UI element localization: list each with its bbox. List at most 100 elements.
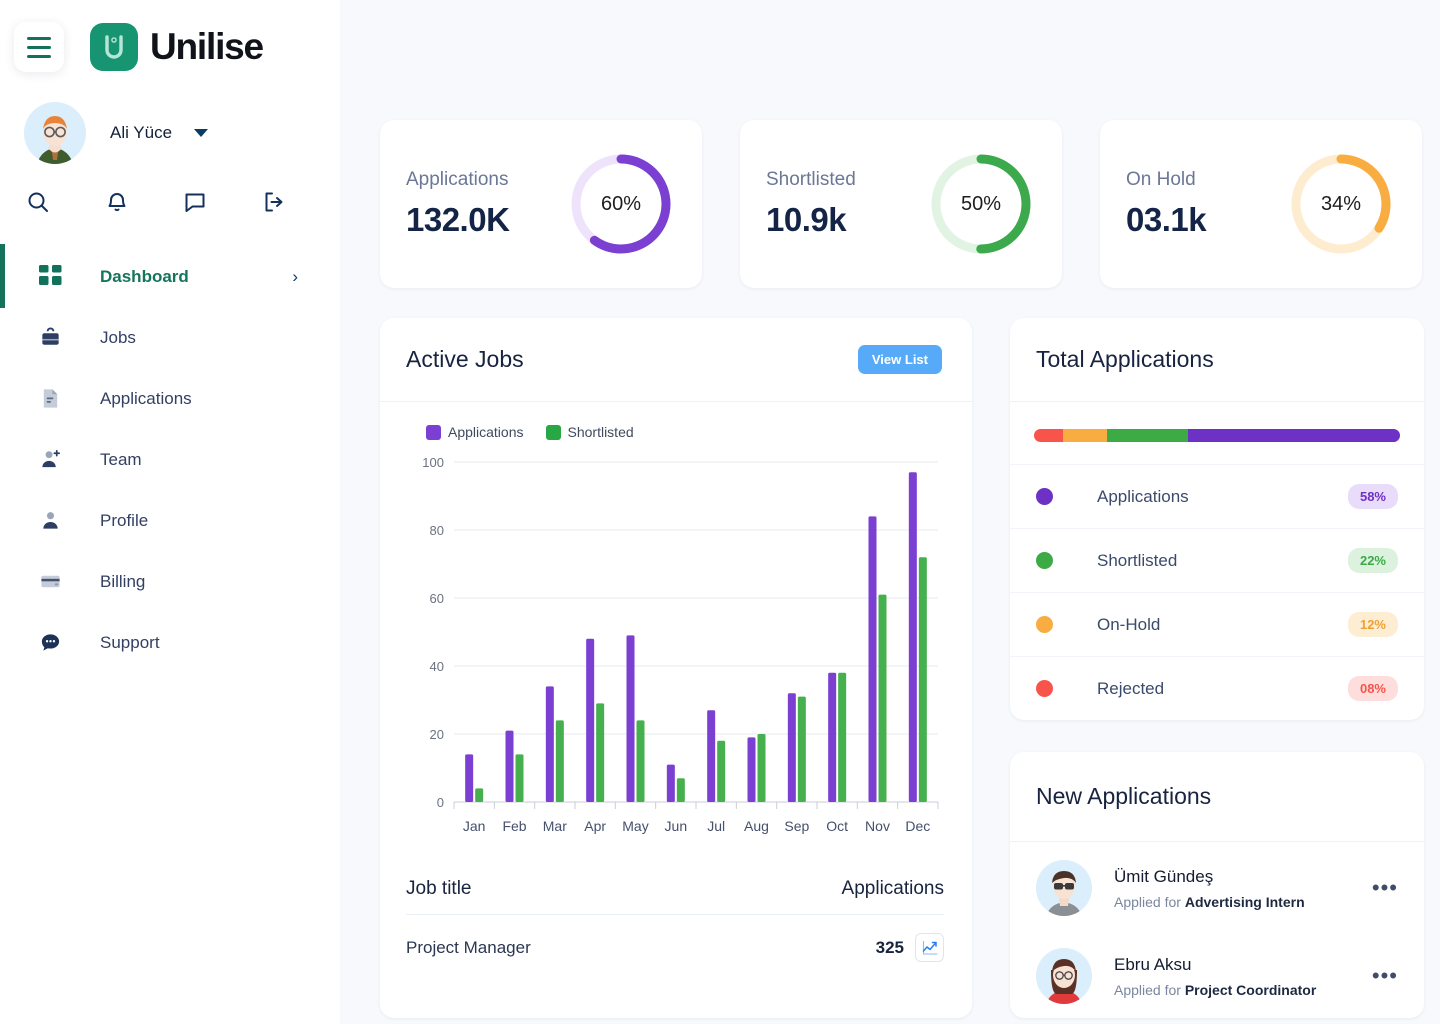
trend-chart-icon[interactable]: [915, 933, 944, 962]
sidebar-item-label: Applications: [100, 388, 192, 408]
breakdown-row-applications[interactable]: Applications 58%: [1010, 464, 1424, 528]
legend-item-shortlisted: Shortlisted: [545, 424, 634, 440]
y-axis-tick: 60: [430, 591, 444, 606]
avatar: [1036, 860, 1092, 916]
bar-applications: [505, 730, 514, 802]
stat-title: Applications: [406, 169, 509, 190]
column-header-applications: Applications: [841, 878, 944, 899]
y-axis-tick: 0: [437, 795, 444, 810]
bar-shortlisted: [757, 734, 766, 802]
sidebar-item-label: Dashboard: [100, 266, 189, 286]
bar-shortlisted: [596, 703, 605, 802]
role-name: Project Coordinator: [1184, 981, 1317, 998]
sidebar-item-jobs[interactable]: Jobs: [0, 307, 340, 368]
stacked-progress-bar: [1034, 429, 1400, 442]
chevron-down-icon[interactable]: [194, 129, 209, 137]
sidebar-item-label: Jobs: [100, 327, 136, 347]
sidebar-item-dashboard[interactable]: Dashboard ›: [0, 244, 340, 308]
bar-shortlisted: [878, 594, 887, 802]
x-axis-tick: Sep: [784, 818, 809, 834]
breakdown-row-on-hold[interactable]: On-Hold 12%: [1010, 592, 1424, 656]
stack-segment: [1107, 429, 1188, 442]
message-icon[interactable]: [183, 190, 262, 214]
stat-title: On Hold: [1126, 169, 1196, 190]
sidebar-item-label: Team: [100, 449, 142, 469]
user-profile-row[interactable]: Ali Yüce: [0, 72, 340, 164]
applied-prefix: Applied for: [1114, 981, 1181, 998]
applicant-role: Applied for Advertising Intern: [1114, 894, 1372, 910]
bar-applications: [868, 516, 877, 802]
new-applications-card: New Applications Ümit Gündeş Applied for…: [1010, 752, 1424, 1018]
stat-value: 03.1k: [1126, 201, 1207, 238]
stat-value: 132.0K: [406, 201, 510, 238]
breakdown-label: On-Hold: [1097, 614, 1161, 634]
new-applications-header: New Applications: [1010, 752, 1424, 842]
sidebar-item-label: Profile: [100, 510, 149, 530]
x-axis-tick: Feb: [502, 818, 526, 834]
card-title: New Applications: [1036, 783, 1212, 809]
stat-percent: 60%: [600, 192, 642, 215]
more-options-icon[interactable]: •••: [1372, 965, 1398, 987]
status-badge: 58%: [1347, 484, 1398, 509]
quick-actions: [0, 164, 340, 214]
stack-segment: [1063, 429, 1108, 442]
x-axis-tick: Mar: [543, 818, 567, 834]
donut-progress-shortlisted: 50%: [928, 151, 1034, 257]
card-icon: [36, 570, 64, 593]
chevron-right-icon: ›: [292, 266, 298, 286]
brand-row: Unilise: [0, 0, 340, 72]
table-header: Job title Applications: [406, 864, 944, 915]
bar-shortlisted: [838, 672, 847, 802]
view-list-button[interactable]: View List: [857, 345, 942, 374]
hamburger-menu-icon[interactable]: [14, 22, 64, 72]
active-jobs-card: Active Jobs View List Applications Short…: [380, 318, 972, 1018]
logout-icon[interactable]: [262, 190, 341, 214]
x-axis-tick: Dec: [905, 818, 930, 834]
stat-card-applications: Applications 132.0K 60%: [380, 120, 702, 288]
sidebar-item-support[interactable]: Support: [0, 612, 340, 673]
legend-swatch: [545, 424, 561, 440]
sidebar-item-team[interactable]: Team: [0, 429, 340, 490]
stat-card-on-hold: On Hold 03.1k 34%: [1100, 120, 1422, 288]
search-icon[interactable]: [26, 190, 105, 214]
y-axis-tick: 100: [422, 455, 444, 470]
column-header-job-title: Job title: [406, 878, 472, 899]
applicant-name: Ebru Aksu: [1114, 954, 1192, 974]
active-jobs-header: Active Jobs View List: [380, 318, 972, 402]
list-item[interactable]: Ebru Aksu Applied for Project Coordinato…: [1010, 930, 1424, 1018]
bar-shortlisted: [475, 788, 484, 802]
breakdown-row-rejected[interactable]: Rejected 08%: [1010, 656, 1424, 720]
bar-chart-svg: 0 20 40 60 80 100 Jan Feb Mar Apr May Jun Jul Aug Sep O…: [422, 455, 939, 834]
status-badge: 12%: [1347, 612, 1398, 637]
x-axis-tick: Jan: [463, 818, 486, 834]
user-icon: [36, 509, 64, 532]
sidebar-item-applications[interactable]: Applications: [0, 368, 340, 429]
bell-icon[interactable]: [105, 190, 184, 214]
x-axis-tick: Apr: [584, 818, 606, 834]
sidebar: Unilise Ali Yüce Dashboard › Jobs Applic…: [0, 0, 340, 1024]
breakdown-row-shortlisted[interactable]: Shortlisted 22%: [1010, 528, 1424, 592]
bar-shortlisted: [676, 778, 685, 802]
total-applications-card: Total Applications Applications 58% Shor…: [1010, 318, 1424, 720]
right-column: Total Applications Applications 58% Shor…: [1010, 318, 1424, 1018]
donut-progress-applications: 60%: [568, 151, 674, 257]
sidebar-item-billing[interactable]: Billing: [0, 551, 340, 612]
table-row[interactable]: Project Manager 325: [406, 915, 944, 962]
stack-segment: [1034, 429, 1064, 442]
y-axis-tick: 20: [430, 727, 444, 742]
sidebar-item-profile[interactable]: Profile: [0, 490, 340, 551]
bar-applications: [908, 472, 917, 802]
brand-name: Unilise: [150, 26, 264, 67]
document-icon: [36, 387, 64, 410]
bar-shortlisted: [515, 754, 524, 802]
breakdown-label: Applications: [1097, 486, 1189, 506]
legend-swatch: [426, 424, 441, 440]
job-title: Project Manager: [406, 937, 531, 957]
more-options-icon[interactable]: •••: [1372, 877, 1398, 899]
grid-icon: [36, 265, 64, 288]
list-item[interactable]: Ümit Gündeş Applied for Advertising Inte…: [1010, 842, 1424, 930]
x-axis-tick: Aug: [744, 818, 769, 834]
bar-shortlisted: [797, 696, 806, 802]
chart-legend: Applications Shortlisted: [380, 402, 972, 440]
x-axis-tick: Nov: [865, 818, 890, 834]
